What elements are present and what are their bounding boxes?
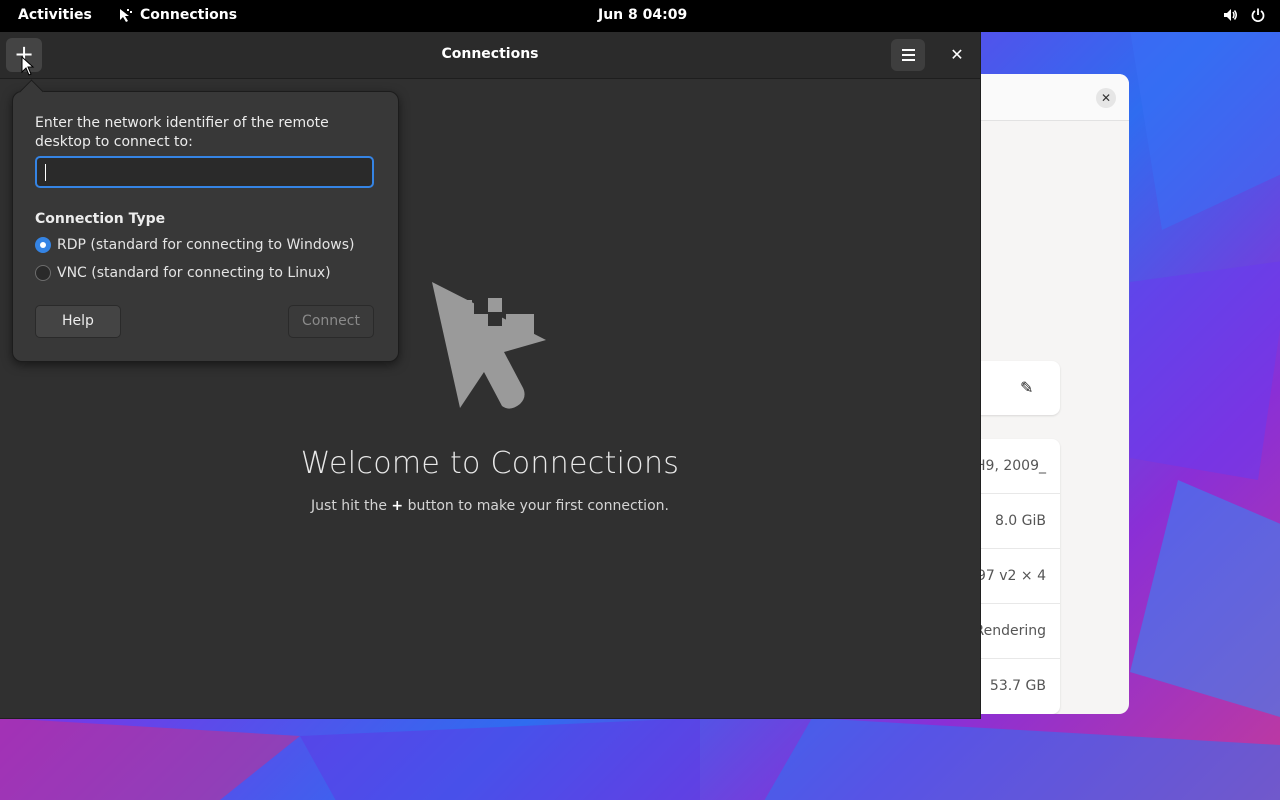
- connect-button[interactable]: Connect: [288, 305, 374, 338]
- hamburger-icon-line: [902, 59, 915, 61]
- radio-unselected-icon[interactable]: [35, 265, 51, 281]
- background-settings-window: ✕ ✎ H9, 2009_ 8.0 GiB 697 v2 × 4 Renderi…: [960, 74, 1129, 714]
- rdp-radio-option[interactable]: RDP (standard for connecting to Windows): [35, 237, 354, 253]
- main-menu-button[interactable]: [891, 39, 925, 71]
- background-window-header: ✕: [960, 74, 1129, 121]
- clock[interactable]: Jun 8 04:09: [598, 7, 687, 23]
- header-bar: + Connections ✕: [0, 32, 980, 79]
- system-tray[interactable]: [1222, 7, 1266, 23]
- text-caret: [45, 164, 46, 181]
- wallpaper-facet: [760, 718, 1280, 800]
- vnc-radio-option[interactable]: VNC (standard for connecting to Linux): [35, 265, 331, 281]
- radio-selected-icon[interactable]: [35, 237, 51, 253]
- hamburger-icon-line: [902, 54, 915, 56]
- vnc-radio-label: VNC (standard for connecting to Linux): [57, 265, 331, 281]
- connections-app-icon: [120, 9, 132, 22]
- activities-button[interactable]: Activities: [18, 7, 92, 23]
- app-menu[interactable]: Connections: [118, 7, 237, 23]
- connections-logo-icon: [432, 282, 546, 409]
- address-input[interactable]: [35, 156, 374, 188]
- connection-type-heading: Connection Type: [35, 211, 166, 227]
- wallpaper-facet: [0, 718, 300, 800]
- welcome-title: Welcome to Connections: [300, 446, 680, 481]
- address-prompt-label: Enter the network identifier of the remo…: [35, 115, 329, 150]
- window-close-button[interactable]: ✕: [942, 39, 972, 71]
- window-title: Connections: [441, 46, 539, 62]
- top-bar: Activities Connections Jun 8 04:09: [0, 0, 1280, 32]
- power-icon: [1251, 8, 1265, 22]
- rdp-radio-label: RDP (standard for connecting to Windows): [57, 237, 355, 253]
- wallpaper-facet: [300, 718, 700, 800]
- wallpaper-facet: [1130, 480, 1280, 720]
- edit-pencil-icon[interactable]: ✎: [1020, 378, 1033, 397]
- wallpaper-facet: [1130, 260, 1280, 480]
- background-window-close-button[interactable]: ✕: [1096, 88, 1116, 108]
- mouse-pointer-icon: [21, 56, 35, 76]
- wallpaper-facet: [1130, 30, 1280, 230]
- welcome-subtitle: Just hit the + button to make your first…: [0, 498, 980, 514]
- welcome-subtitle-text-end: button to make your first connection.: [403, 498, 669, 514]
- app-menu-label: Connections: [140, 7, 238, 23]
- welcome-subtitle-text: Just hit the: [311, 498, 392, 514]
- help-button[interactable]: Help: [35, 305, 121, 338]
- welcome-subtitle-plus: +: [391, 498, 404, 514]
- new-connection-popover: Enter the network identifier of the remo…: [12, 79, 399, 362]
- hamburger-icon: [902, 49, 915, 51]
- volume-icon: [1224, 9, 1237, 21]
